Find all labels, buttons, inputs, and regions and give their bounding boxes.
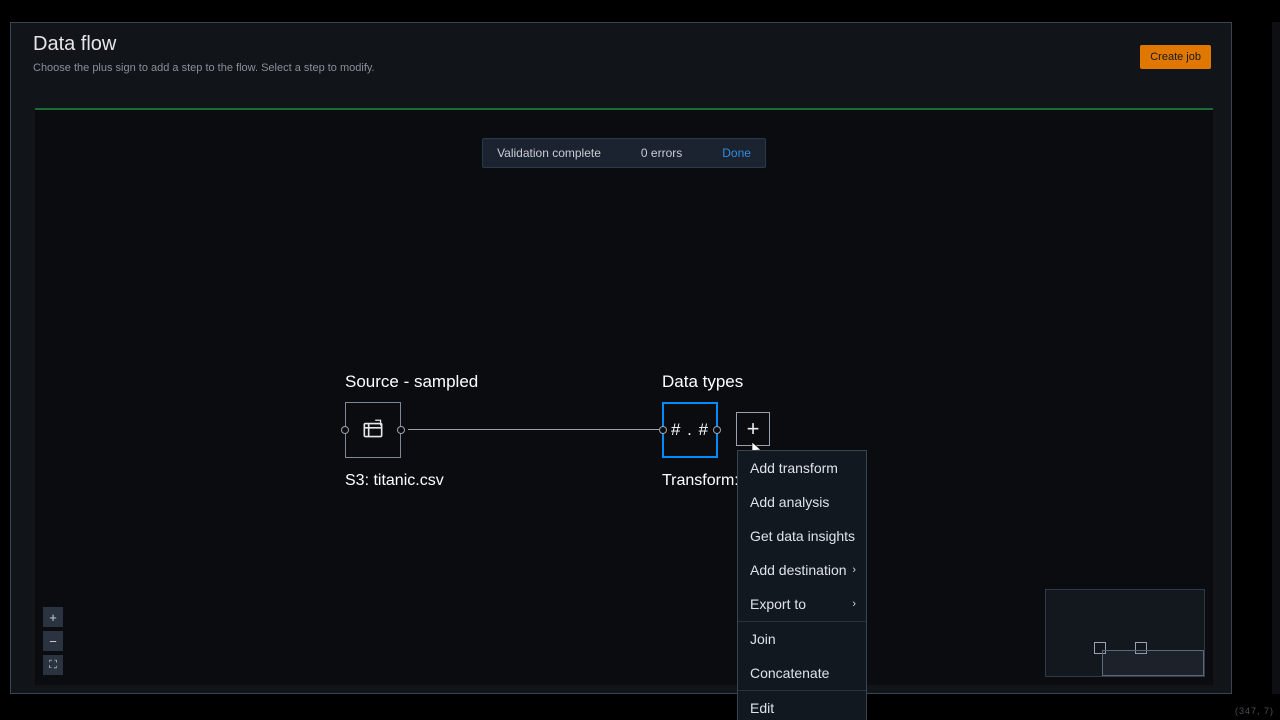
- flow-canvas[interactable]: Validation complete 0 errors Done Source…: [35, 110, 1213, 685]
- validation-done-link[interactable]: Done: [722, 146, 751, 160]
- chevron-right-icon: ›: [852, 564, 856, 576]
- menu-export-to[interactable]: Export to ›: [738, 587, 866, 621]
- zoom-controls: + − ⛶: [43, 607, 63, 675]
- minimap-viewport[interactable]: [1102, 650, 1204, 676]
- menu-edit[interactable]: Edit: [738, 691, 866, 720]
- page-title: Data flow: [33, 33, 1209, 56]
- node-types-bottom-label: Transform:: [662, 472, 743, 490]
- data-types-icon: # . #: [671, 420, 709, 440]
- plus-icon: +: [747, 418, 760, 440]
- menu-get-data-insights[interactable]: Get data insights: [738, 519, 866, 553]
- menu-add-transform[interactable]: Add transform: [738, 451, 866, 485]
- plus-icon: +: [49, 610, 57, 625]
- node-data-types[interactable]: Data types # . # Transform:: [662, 372, 743, 490]
- minimap[interactable]: [1045, 589, 1205, 677]
- validation-errors: 0 errors: [641, 146, 682, 160]
- port-right[interactable]: [713, 426, 721, 434]
- node-source-bottom-label: S3: titanic.csv: [345, 472, 478, 490]
- node-types-box[interactable]: # . #: [662, 402, 718, 458]
- create-job-button[interactable]: Create job: [1140, 45, 1211, 69]
- zoom-out-button[interactable]: −: [43, 631, 63, 651]
- zoom-fit-button[interactable]: ⛶: [43, 655, 63, 675]
- footer-coordinates: (347, 7): [1235, 706, 1274, 716]
- right-rail: [1272, 22, 1280, 694]
- menu-add-analysis[interactable]: Add analysis: [738, 485, 866, 519]
- app-frame: Data flow Choose the plus sign to add a …: [10, 22, 1232, 694]
- page-subtitle: Choose the plus sign to add a step to th…: [33, 62, 1209, 74]
- node-source[interactable]: Source - sampled S3: titanic.csv: [345, 372, 478, 490]
- node-types-top-label: Data types: [662, 372, 743, 392]
- add-step-button[interactable]: +: [736, 412, 770, 446]
- validation-status: Validation complete: [497, 146, 601, 160]
- zoom-in-button[interactable]: +: [43, 607, 63, 627]
- edge-source-to-types: [408, 429, 660, 430]
- menu-concatenate[interactable]: Concatenate: [738, 656, 866, 690]
- menu-add-destination[interactable]: Add destination ›: [738, 553, 866, 587]
- minus-icon: −: [49, 634, 57, 649]
- port-left[interactable]: [341, 426, 349, 434]
- node-source-top-label: Source - sampled: [345, 372, 478, 392]
- port-left[interactable]: [659, 426, 667, 434]
- menu-join[interactable]: Join: [738, 622, 866, 656]
- header: Data flow Choose the plus sign to add a …: [11, 23, 1231, 85]
- validation-bar: Validation complete 0 errors Done: [482, 138, 766, 168]
- menu-add-destination-label: Add destination: [750, 562, 847, 578]
- port-right[interactable]: [397, 426, 405, 434]
- chevron-right-icon: ›: [852, 598, 856, 610]
- menu-export-to-label: Export to: [750, 596, 806, 612]
- context-menu: Add transform Add analysis Get data insi…: [737, 450, 867, 720]
- database-icon: [360, 417, 386, 443]
- node-source-box[interactable]: [345, 402, 401, 458]
- expand-icon: ⛶: [49, 659, 57, 672]
